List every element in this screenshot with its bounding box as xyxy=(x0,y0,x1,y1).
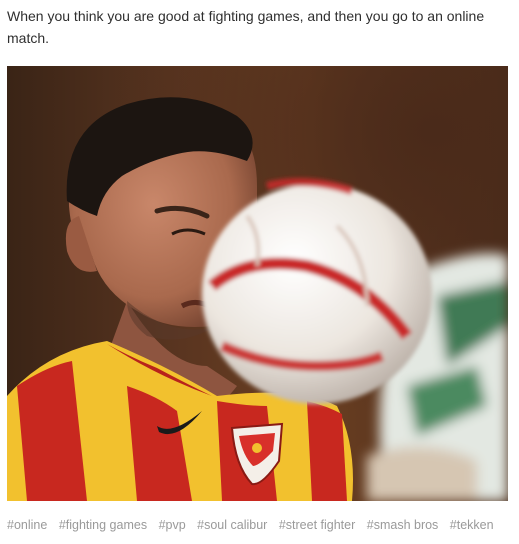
post-caption: When you think you are good at fighting … xyxy=(7,8,485,46)
tag-smash-bros[interactable]: #smash bros xyxy=(367,518,439,532)
tag-list: #online #fighting games #pvp #soul calib… xyxy=(7,518,515,538)
post-photo[interactable] xyxy=(7,66,508,501)
tag-fighting-games[interactable]: #fighting games xyxy=(59,518,147,532)
tag-online[interactable]: #online xyxy=(7,518,47,532)
tag-soul-calibur[interactable]: #soul calibur xyxy=(197,518,267,532)
tag-tekken[interactable]: #tekken xyxy=(450,518,494,532)
photo-illustration xyxy=(7,97,508,501)
tag-pvp[interactable]: #pvp xyxy=(159,518,186,532)
tag-street-fighter[interactable]: #street fighter xyxy=(279,518,355,532)
